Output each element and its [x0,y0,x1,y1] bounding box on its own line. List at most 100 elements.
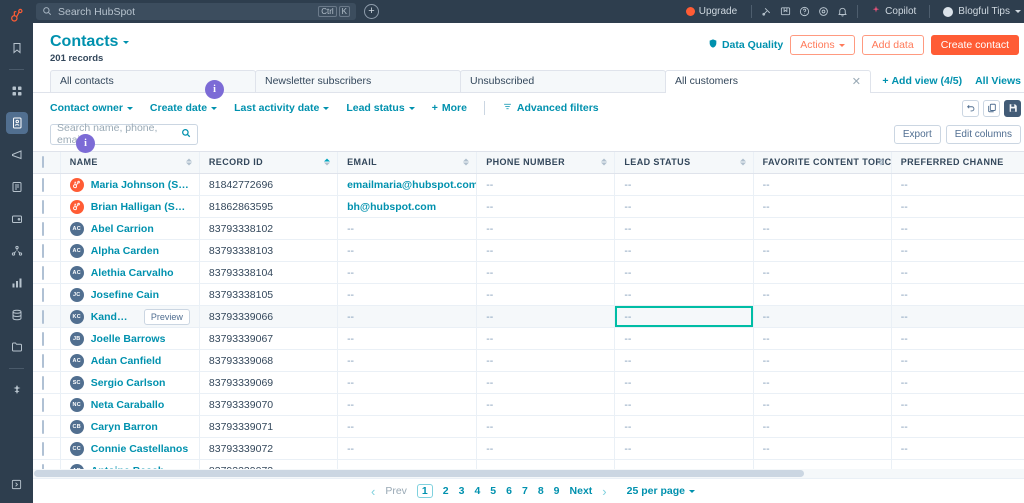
row-checkbox[interactable] [42,221,44,236]
sort-toggle[interactable] [601,158,608,166]
export-button[interactable]: Export [893,124,941,144]
page-button-7[interactable]: 7 [522,485,528,497]
select-all-checkbox[interactable] [42,156,44,169]
preferred-channel-cell[interactable]: -- [891,217,1024,241]
hubspot-sprocket-logo[interactable] [4,4,30,26]
contact-name-link[interactable]: Alpha Carden [91,245,159,257]
favorite-topics-cell[interactable]: -- [753,173,892,197]
contact-name-link[interactable]: Abel Carrion [91,223,154,235]
record-id-cell[interactable]: 83793339067 [199,327,339,351]
contact-name-link[interactable]: Joelle Barrows [91,333,166,345]
email-cell[interactable]: bh@hubspot.com [337,195,478,219]
record-id-cell[interactable]: 83793338103 [199,239,339,263]
lead-status-cell[interactable]: -- [614,239,754,263]
record-id-cell[interactable]: 83793339069 [199,371,339,395]
preferred-channel-cell[interactable]: -- [891,437,1024,461]
row-checkbox[interactable] [42,331,44,346]
add-data-button[interactable]: Add data [861,35,924,55]
email-link[interactable]: emailmaria@hubspot.com [347,179,476,191]
col-header-favorite-content-topics[interactable]: FAVORITE CONTENT TOPICS [753,151,892,175]
favorite-topics-cell[interactable]: -- [753,283,892,307]
phone-cell[interactable]: -- [476,195,616,219]
table-row[interactable]: AC Alpha Carden 83793338103 -- -- -- -- -- [33,239,1024,263]
phone-cell[interactable]: -- [476,437,616,461]
data-quality-link[interactable]: Data Quality [708,38,783,52]
rail-item-automation[interactable] [6,240,28,262]
favorite-topics-cell[interactable]: -- [753,261,892,285]
more-filters-button[interactable]: + More [432,102,467,114]
col-header-record-id[interactable]: RECORD ID [199,151,339,175]
save-view-button[interactable] [1004,99,1021,117]
record-id-cell[interactable]: 83793339070 [199,393,339,417]
tab-unsubscribed[interactable]: Unsubscribed [460,70,666,92]
sort-toggle[interactable] [324,158,331,166]
lead-status-cell[interactable]: -- [614,349,754,373]
col-header-email[interactable]: EMAIL [337,151,478,175]
help-icon[interactable] [795,2,814,21]
rail-item-marketing[interactable] [6,144,28,166]
table-row[interactable]: Maria Johnson (Samp... 81842772696 emailma… [33,173,1024,197]
clone-view-button[interactable] [983,99,1000,117]
record-id-cell[interactable]: 81862863595 [199,195,339,219]
preferred-channel-cell[interactable]: -- [891,173,1024,197]
expand-sidebar-button[interactable] [6,473,28,495]
sort-toggle[interactable] [185,158,192,166]
lead-status-cell[interactable]: -- [614,327,754,351]
phone-cell[interactable]: -- [476,261,616,285]
tab-all-contacts[interactable]: All contacts [50,70,256,92]
email-cell[interactable]: -- [337,415,478,439]
filter-create-date[interactable]: Create date [150,102,218,114]
row-checkbox[interactable] [42,441,44,456]
rail-item-commerce[interactable] [6,208,28,230]
phone-cell[interactable]: -- [476,371,616,395]
phone-cell[interactable]: -- [476,349,616,373]
sort-toggle[interactable] [877,158,884,166]
global-search-input[interactable]: Search HubSpot Ctrl K [36,3,356,20]
tab-all-customers[interactable]: All customers ✕ [665,70,871,93]
next-button[interactable]: Next [570,485,593,497]
record-id-cell[interactable]: 83793339072 [199,437,339,461]
lead-status-cell[interactable]: -- [614,415,754,439]
row-checkbox[interactable] [42,375,44,390]
preferred-channel-cell[interactable]: -- [891,305,1024,329]
email-cell[interactable]: -- [337,349,478,373]
favorite-topics-cell[interactable]: -- [753,393,892,417]
lead-status-cell[interactable]: -- [614,261,754,285]
preferred-channel-cell[interactable]: -- [891,415,1024,439]
record-id-cell[interactable]: 83793338105 [199,283,339,307]
undo-button[interactable] [962,99,979,117]
copilot-button[interactable]: Copilot [863,5,924,18]
create-contact-button[interactable]: Create contact [930,35,1019,55]
contact-name-link[interactable]: Alethia Carvalho [91,267,174,279]
email-cell[interactable]: -- [337,261,478,285]
table-row[interactable]: AC Adan Canfield 83793339068 -- -- -- -- -- [33,349,1024,373]
email-cell[interactable]: -- [337,239,478,263]
filter-lead-status[interactable]: Lead status [346,102,415,114]
table-row[interactable]: CB Caryn Barron 83793339071 -- -- -- -- -- [33,415,1024,439]
contact-name-link[interactable]: Caryn Barron [91,421,158,433]
preferred-channel-cell[interactable]: -- [891,349,1024,373]
table-row[interactable]: JB Joelle Barrows 83793339067 -- -- -- -- -- [33,327,1024,351]
settings-icon[interactable] [814,2,833,21]
row-checkbox[interactable] [42,199,44,214]
next-arrow-icon[interactable]: › [602,484,606,499]
account-menu[interactable]: Blogful Tips [935,6,1024,17]
favorite-topics-cell[interactable]: -- [753,437,892,461]
email-cell[interactable]: -- [337,283,478,307]
record-id-cell[interactable]: 81842772696 [199,173,339,197]
filter-last-activity-date[interactable]: Last activity date [234,102,330,114]
notifications-icon[interactable] [833,2,852,21]
upgrade-button[interactable]: Upgrade [677,6,746,17]
record-id-cell[interactable]: 83793339071 [199,415,339,439]
favorite-topics-cell[interactable]: -- [753,415,892,439]
record-id-cell[interactable]: 83793339066 [199,305,339,329]
rail-item-marketplace[interactable] [6,379,28,401]
page-button-2[interactable]: 2 [443,485,449,497]
favorite-topics-cell[interactable]: -- [753,371,892,395]
phone-cell[interactable]: -- [476,239,616,263]
page-button-9[interactable]: 9 [554,485,560,497]
record-id-cell[interactable]: 83793338104 [199,261,339,285]
lead-status-cell[interactable]: -- [614,283,754,307]
row-checkbox[interactable] [42,265,44,280]
quick-create-button[interactable]: + [364,4,379,19]
